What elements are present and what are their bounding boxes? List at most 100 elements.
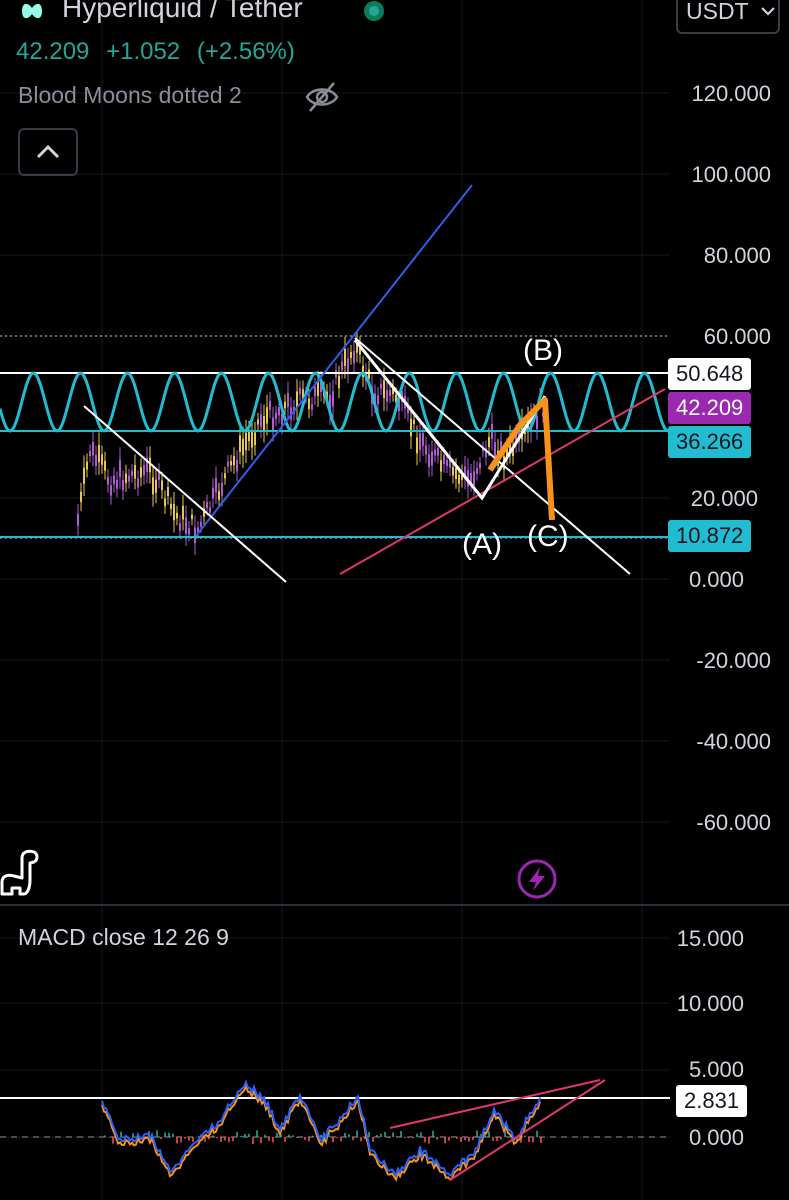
candlestick-series	[77, 330, 544, 556]
pink-trendline	[339, 388, 666, 575]
macd-histogram-bar	[304, 1137, 306, 1140]
candle-body	[212, 487, 214, 499]
macd-histogram-bar	[468, 1137, 470, 1142]
candle-body	[242, 438, 244, 456]
macd-title[interactable]: MACD close 12 26 9	[18, 924, 229, 951]
candle-body	[224, 473, 226, 479]
price-axis-label: 60.000	[703, 324, 771, 349]
candle-body	[410, 418, 412, 437]
price-axis-label: 100.000	[691, 162, 771, 187]
macd-histogram-bar	[348, 1134, 350, 1137]
candle-body	[452, 467, 454, 476]
price-change: +1.052	[106, 38, 181, 65]
hyperliquid-logo-icon	[22, 3, 42, 19]
candle-body	[275, 412, 277, 420]
currency-selector[interactable]: USDT	[676, 0, 780, 34]
candle-body	[173, 504, 175, 521]
macd-histogram-bar	[252, 1137, 254, 1144]
macd-histogram-bar	[292, 1135, 294, 1137]
macd-histogram-bar	[432, 1130, 434, 1137]
macd-histogram-bar	[464, 1137, 466, 1141]
collapse-legend-button[interactable]	[18, 128, 78, 176]
candle-body	[95, 454, 97, 466]
macd-histogram-bar	[460, 1137, 462, 1143]
dinosaur-icon[interactable]	[0, 846, 42, 896]
candle-body	[170, 503, 172, 510]
candle-body	[101, 454, 103, 465]
macd-histogram-bar	[220, 1137, 222, 1142]
macd-histogram-bar	[184, 1137, 186, 1139]
candle-body	[488, 436, 490, 448]
macd-histogram-bar	[248, 1133, 250, 1137]
candle-body	[230, 461, 232, 466]
macd-histogram-bar	[172, 1133, 174, 1137]
macd-histogram-bar	[272, 1137, 274, 1143]
candle-body	[128, 475, 130, 482]
macd-histogram-bar	[388, 1137, 390, 1139]
macd-histogram-bar	[176, 1137, 178, 1144]
lightning-bolt-icon[interactable]	[516, 858, 558, 900]
candle-body	[266, 407, 268, 424]
price-axis-label: 0.000	[688, 567, 744, 592]
candle-body	[332, 391, 334, 407]
candle-body	[116, 479, 118, 489]
candle-body	[233, 455, 235, 466]
price-axis-label: -60.000	[696, 810, 771, 835]
candle-body	[206, 501, 208, 509]
macd-histogram-bar	[344, 1132, 346, 1137]
macd-line	[101, 1079, 541, 1179]
macd-histogram-bar	[192, 1137, 194, 1142]
indicator-name[interactable]: Blood Moons dotted 2	[18, 82, 242, 109]
macd-histogram-bar	[164, 1132, 166, 1137]
candle-body	[317, 381, 319, 396]
macd-histogram-bar	[244, 1133, 246, 1137]
candle-body	[344, 349, 346, 366]
candle-body	[104, 460, 106, 471]
macd-histogram-bar	[120, 1131, 122, 1137]
macd-histogram-bar	[448, 1137, 450, 1141]
candle-body	[143, 465, 145, 476]
price-summary: 42.209 +1.052 (+2.56%)	[16, 38, 305, 66]
candle-body	[473, 471, 475, 486]
macd-histogram-bar	[368, 1131, 370, 1137]
macd-histogram-bar	[376, 1135, 378, 1137]
candle-body	[89, 450, 91, 456]
candle-body	[425, 445, 427, 455]
macd-axis-label: 0.000	[688, 1125, 744, 1150]
candle-body	[278, 406, 280, 416]
candle-body	[353, 350, 355, 364]
price-axis-label: -20.000	[696, 648, 771, 673]
macd-histogram-bar	[408, 1137, 410, 1138]
macd-histogram-bar	[496, 1137, 498, 1141]
upper-line-price-tag: 50.648	[668, 358, 752, 390]
candle-body	[137, 478, 139, 488]
candle-body	[434, 449, 436, 456]
macd-histogram-bar	[500, 1137, 502, 1140]
candle-body	[494, 442, 496, 457]
candle-body	[455, 467, 457, 480]
lower-line-price-tag: 10.872	[668, 520, 752, 552]
drawing-overlays	[0, 184, 671, 583]
macd-histogram-bar	[536, 1130, 538, 1137]
macd-histogram-bar	[232, 1137, 234, 1142]
candle-body	[260, 414, 262, 428]
macd-axis-label: 15.000	[676, 926, 744, 951]
candle-body	[437, 448, 439, 456]
candle-body	[251, 430, 253, 448]
chevron-down-icon	[761, 7, 775, 16]
candle-body	[413, 419, 415, 424]
symbol-title[interactable]: Hyperliquid / Tether	[62, 0, 303, 24]
candle-body	[200, 521, 202, 527]
eye-crossed-icon[interactable]	[304, 80, 340, 114]
candle-body	[161, 480, 163, 491]
macd-histogram-bar	[236, 1131, 238, 1137]
candle-body	[383, 380, 385, 399]
macd-axis-label: 5.000	[688, 1057, 744, 1082]
macd-value-tag: 2.831	[676, 1085, 748, 1117]
wave-label-a: (A)	[462, 528, 502, 561]
macd-histogram-bar	[420, 1132, 422, 1137]
macd-histogram-bar	[456, 1137, 458, 1139]
chevron-up-icon	[36, 144, 60, 159]
macd-histogram-bar	[352, 1137, 354, 1141]
blue-trendline	[195, 184, 473, 537]
